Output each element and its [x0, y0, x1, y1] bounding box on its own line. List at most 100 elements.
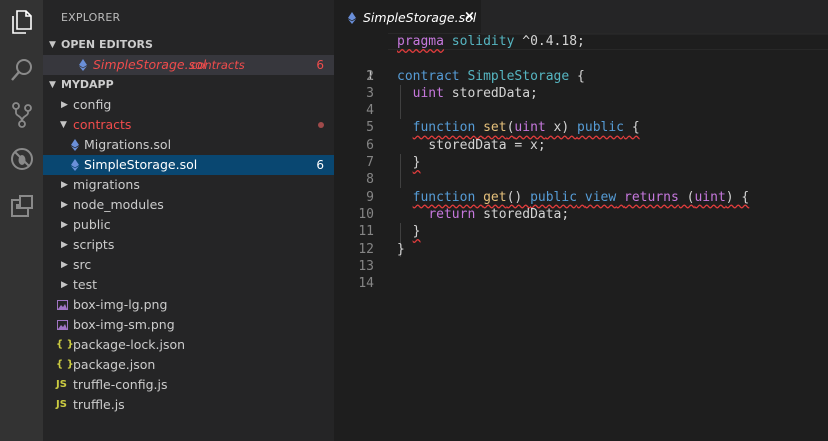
- chevron-right-icon: ▶: [61, 100, 68, 110]
- open-editors-header[interactable]: ▼ OPEN EDITORS: [43, 35, 334, 55]
- tree-item-test[interactable]: ▶ test: [43, 275, 334, 295]
- code-token: set: [483, 120, 507, 136]
- tab-label: SimpleStorage.sol: [363, 10, 477, 25]
- tree-item-package-lock-json[interactable]: { } package-lock.json: [43, 335, 334, 355]
- tree-item-label: config: [73, 97, 112, 112]
- code-line: 14: [334, 258, 828, 291]
- tree-item-label: src: [73, 257, 92, 272]
- code-line: 3 contract SimpleStorage {: [334, 68, 828, 101]
- ethereum-icon: [71, 139, 79, 151]
- open-editor-folder: contracts: [191, 58, 245, 72]
- source-control-icon[interactable]: [0, 93, 43, 137]
- code-line: 7 storedData = x;: [334, 137, 828, 170]
- code-token: return: [428, 206, 476, 222]
- code-line: 13 }: [334, 241, 828, 274]
- code-token: SimpleStorage: [467, 68, 570, 84]
- explorer-title: EXPLORER: [61, 11, 121, 24]
- chevron-right-icon: ▶: [61, 280, 68, 290]
- code-token: returns: [624, 189, 679, 205]
- tree-item-truffle-config-js[interactable]: JS truffle-config.js: [43, 375, 334, 395]
- tree-item-package-json[interactable]: { } package.json: [43, 355, 334, 375]
- explorer-sidebar: EXPLORER ▼ OPEN EDITORS SimpleStorage.so…: [43, 0, 334, 441]
- code-token: contract: [397, 68, 460, 84]
- code-token: function: [412, 120, 476, 136]
- tree-item-migrations-sol[interactable]: Migrations.sol: [43, 135, 334, 155]
- search-icon[interactable]: [0, 48, 43, 92]
- project-header[interactable]: ▼ MYDAPP: [43, 75, 334, 95]
- code-token: {: [624, 120, 640, 136]
- tree-item-label: test: [73, 277, 98, 292]
- json-file-icon: { }: [56, 359, 74, 370]
- code-line: 11 return storedData;: [334, 206, 828, 239]
- code-editor[interactable]: 1 pragma solidity ^0.4.18; 2 3 contract …: [334, 33, 828, 291]
- code-line: 9: [334, 171, 828, 205]
- tree-item-simplestorage-sol[interactable]: SimpleStorage.sol 6: [43, 155, 334, 175]
- debug-icon[interactable]: [0, 137, 43, 181]
- problem-count-badge: 6: [316, 58, 324, 72]
- chevron-down-icon: ▼: [49, 40, 56, 50]
- tree-item-label: public: [73, 217, 111, 232]
- code-token: }: [397, 241, 405, 257]
- code-token: public: [530, 189, 578, 205]
- problem-count-badge: 6: [316, 158, 324, 172]
- tree-item-scripts[interactable]: ▶ scripts: [43, 235, 334, 255]
- code-token: {: [569, 68, 585, 84]
- tab-bar: SimpleStorage.sol ×: [334, 0, 828, 35]
- code-token: get: [483, 189, 507, 205]
- tree-item-label: truffle.js: [73, 397, 125, 412]
- tree-item-public[interactable]: ▶ public: [43, 215, 334, 235]
- code-token: ^0.4.18;: [514, 34, 585, 49]
- open-editor-filename: SimpleStorage.sol: [93, 57, 207, 72]
- code-token: }: [412, 155, 421, 171]
- image-file-icon: [57, 320, 68, 330]
- chevron-right-icon: ▶: [61, 260, 68, 270]
- tree-item-config[interactable]: ▶ config: [43, 95, 334, 115]
- tree-item-node-modules[interactable]: ▶ node_modules: [43, 195, 334, 215]
- tree-item-box-img-sm[interactable]: box-img-sm.png: [43, 315, 334, 335]
- activity-bar: [0, 0, 43, 441]
- json-file-icon: { }: [56, 339, 74, 350]
- code-token: uint: [412, 85, 444, 101]
- js-file-icon: JS: [56, 379, 67, 390]
- js-file-icon: JS: [56, 399, 67, 410]
- tree-item-label: package-lock.json: [73, 337, 186, 352]
- open-editor-item[interactable]: SimpleStorage.sol contracts 6: [43, 55, 334, 75]
- files-icon[interactable]: [0, 0, 43, 44]
- code-token: storedData;: [443, 85, 538, 101]
- code-token: view: [584, 189, 617, 205]
- tree-item-label: truffle-config.js: [73, 377, 168, 392]
- tree-item-label: scripts: [73, 237, 115, 252]
- tree-item-label: node_modules: [73, 197, 164, 212]
- line-number: 14: [358, 276, 374, 292]
- code-token: }: [412, 224, 421, 240]
- close-icon[interactable]: ×: [464, 9, 475, 24]
- tree-item-truffle-js[interactable]: JS truffle.js: [43, 395, 334, 415]
- tree-item-contracts[interactable]: ▼ contracts: [43, 115, 334, 135]
- extensions-icon[interactable]: [0, 184, 43, 228]
- chevron-right-icon: ▶: [61, 180, 68, 190]
- code-line: 5: [334, 102, 828, 135]
- code-line: 2: [334, 50, 828, 84]
- tree-item-migrations[interactable]: ▶ migrations: [43, 175, 334, 195]
- code-token: x): [545, 120, 578, 136]
- code-line: 10 function get() public view returns (u…: [334, 189, 828, 222]
- tree-item-label: SimpleStorage.sol: [84, 157, 198, 172]
- project-label: MYDAPP: [61, 78, 114, 91]
- ethereum-icon: [71, 159, 79, 171]
- tab-simplestorage[interactable]: SimpleStorage.sol ×: [334, 0, 481, 35]
- code-token: public: [577, 120, 625, 136]
- tree-item-label: migrations: [73, 177, 140, 192]
- image-file-icon: [57, 300, 68, 310]
- tree-item-label: Migrations.sol: [84, 137, 172, 152]
- open-editors-label: OPEN EDITORS: [61, 38, 153, 51]
- ethereum-icon: [348, 12, 356, 24]
- tree-item-label: box-img-lg.png: [73, 297, 168, 312]
- tree-item-box-img-lg[interactable]: box-img-lg.png: [43, 295, 334, 315]
- error-dot-icon: [318, 122, 324, 128]
- code-line: 12 }: [334, 223, 828, 256]
- code-token: (: [678, 189, 695, 205]
- tree-item-src[interactable]: ▶ src: [43, 255, 334, 275]
- code-token: function: [412, 189, 476, 205]
- code-token: (): [506, 189, 531, 205]
- editor-area: SimpleStorage.sol × 1 pragma solidity ^0…: [334, 0, 828, 441]
